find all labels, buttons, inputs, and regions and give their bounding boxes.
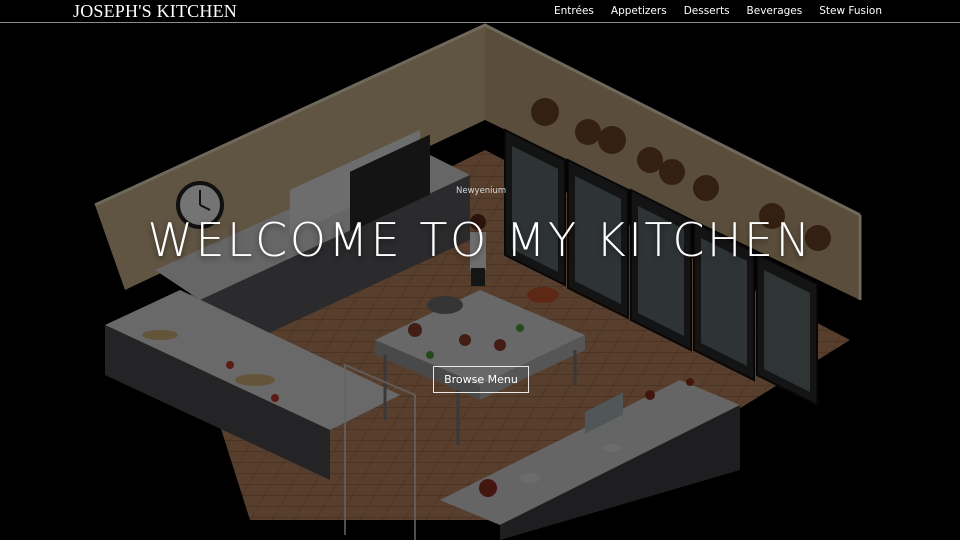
hero-headline: WELCOME TO MY KITCHEN (147, 213, 813, 267)
browse-menu-button[interactable]: Browse Menu (433, 366, 529, 393)
main-menu: Entrées Appetizers Desserts Beverages St… (554, 5, 882, 18)
nav-link-beverages[interactable]: Beverages (747, 5, 803, 18)
nav-link-desserts[interactable]: Desserts (684, 5, 730, 18)
nav-link-appetizers[interactable]: Appetizers (611, 5, 667, 18)
hero-overlay (0, 0, 960, 540)
top-navbar: JOSEPH'S KITCHEN Entrées Appetizers Dess… (0, 0, 960, 23)
brand-logo[interactable]: JOSEPH'S KITCHEN (73, 1, 237, 21)
scene-nametag: Newyenium (456, 186, 507, 196)
nav-link-entrees[interactable]: Entrées (554, 5, 594, 18)
hero-section: Newyenium (0, 0, 960, 540)
nav-link-stew-fusion[interactable]: Stew Fusion (819, 5, 882, 18)
